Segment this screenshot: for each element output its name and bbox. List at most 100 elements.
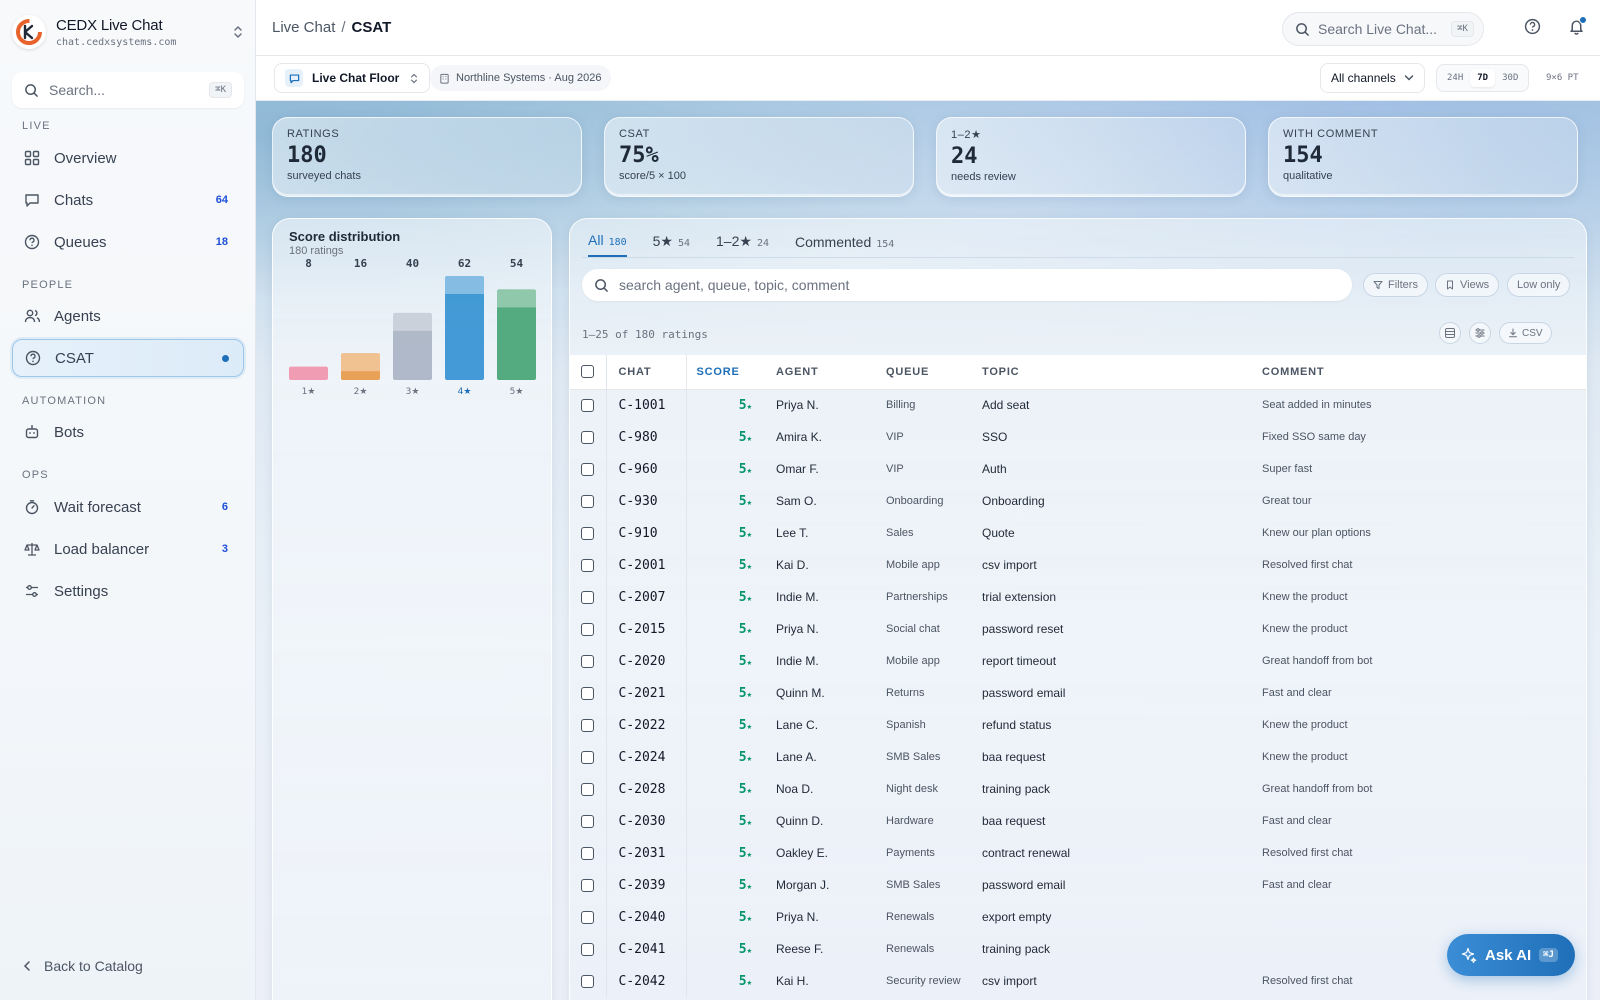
row-checkbox[interactable]	[581, 527, 595, 541]
cell-chat[interactable]: C-2031	[606, 837, 687, 869]
table-row[interactable]: C-2024 5★ Lane A. SMB Sales baa request Knew …	[570, 741, 1586, 773]
row-checkbox[interactable]	[581, 463, 595, 477]
table-row[interactable]: C-980 5★ Amira K. VIP SSO Fixed SSO same day	[570, 421, 1586, 453]
row-checkbox[interactable]	[581, 591, 595, 605]
ratings-tabs: All 180 5★ 54 1–2★ 24 Commented 154	[588, 229, 920, 257]
sidebar-search-input[interactable]: Search... ⌘K	[12, 72, 244, 108]
cell-chat[interactable]: C-2020	[606, 645, 687, 677]
table-row[interactable]: C-2021 5★ Quinn M. Returns password email Fas…	[570, 677, 1586, 709]
table-row[interactable]: C-960 5★ Omar F. VIP Auth Super fast	[570, 453, 1586, 485]
row-checkbox[interactable]	[581, 751, 595, 765]
row-checkbox[interactable]	[581, 783, 595, 797]
table-row[interactable]: C-2030 5★ Quinn D. Hardware baa request Fast …	[570, 805, 1586, 837]
cell-chat[interactable]: C-2040	[606, 901, 687, 933]
tab-all[interactable]: All 180	[588, 232, 627, 257]
cell-chat[interactable]: C-2039	[606, 869, 687, 901]
sidebar-item-agents[interactable]: Agents	[12, 297, 244, 335]
breadcrumb-parent[interactable]: Live Chat	[272, 19, 335, 36]
tab-low[interactable]: 1–2★ 24	[716, 233, 769, 257]
table-row[interactable]: C-2040 5★ Priya N. Renewals export empty	[570, 901, 1586, 933]
filters-button[interactable]: Filters	[1363, 273, 1428, 297]
row-checkbox[interactable]	[581, 623, 595, 637]
cell-chat[interactable]: C-2042	[606, 965, 687, 997]
cell-chat[interactable]: C-2022	[606, 709, 687, 741]
global-search-input[interactable]: Search Live Chat... ⌘K	[1282, 12, 1484, 46]
column-topic[interactable]: TOPIC	[982, 355, 1262, 390]
table-row[interactable]: C-930 5★ Sam O. Onboarding Onboarding Great t…	[570, 485, 1586, 517]
row-checkbox[interactable]	[581, 687, 595, 701]
chevron-up-down-icon[interactable]	[232, 24, 244, 40]
table-row[interactable]: C-2020 5★ Indie M. Mobile app report timeout…	[570, 645, 1586, 677]
table-row[interactable]: C-2042 5★ Kai H. Security review csv import R…	[570, 965, 1586, 997]
table-row[interactable]: C-910 5★ Lee T. Sales Quote Knew our plan opt…	[570, 517, 1586, 549]
table-row[interactable]: C-2028 5★ Noa D. Night desk training pack Gre…	[570, 773, 1586, 805]
cell-chat[interactable]: C-2007	[606, 581, 687, 613]
cell-chat[interactable]: C-2041	[606, 933, 687, 965]
star-icon: ★	[746, 817, 752, 828]
export-csv-button[interactable]: CSV	[1499, 322, 1552, 344]
cell-chat[interactable]: C-2001	[606, 549, 687, 581]
columns-settings-icon[interactable]	[1469, 322, 1491, 344]
back-to-catalog-link[interactable]: Back to Catalog	[22, 958, 143, 974]
notification-bell-icon[interactable]	[1568, 16, 1587, 35]
low-only-toggle[interactable]: Low only	[1507, 273, 1571, 297]
floor-selector[interactable]: Live Chat Floor	[274, 63, 431, 93]
row-checkbox[interactable]	[581, 879, 595, 893]
ratings-search-input[interactable]: search agent, queue, topic, comment	[582, 269, 1352, 301]
cell-chat[interactable]: C-2030	[606, 805, 687, 837]
table-row[interactable]: C-2041 5★ Reese F. Renewals training pack	[570, 933, 1586, 965]
cell-chat[interactable]: C-2028	[606, 773, 687, 805]
sidebar-item-load-balancer[interactable]: Load balancer 3	[12, 530, 244, 568]
row-checkbox[interactable]	[581, 495, 595, 509]
range-7d[interactable]: 7D	[1470, 69, 1496, 87]
cell-chat[interactable]: C-980	[606, 421, 687, 453]
table-row[interactable]: C-1001 5★ Priya N. Billing Add seat Seat adde…	[570, 389, 1586, 421]
range-24h[interactable]: 24H	[1440, 69, 1470, 87]
sidebar-item-settings[interactable]: Settings	[12, 572, 244, 610]
app-switcher[interactable]: CEDX Live Chat chat.cedxsystems.com	[12, 12, 244, 52]
row-checkbox[interactable]	[581, 559, 595, 573]
row-checkbox[interactable]	[581, 431, 595, 445]
cell-chat[interactable]: C-2024	[606, 741, 687, 773]
tab-five-star[interactable]: 5★ 54	[653, 233, 690, 257]
table-row[interactable]: C-2007 5★ Indie M. Partnerships trial extens…	[570, 581, 1586, 613]
cell-chat[interactable]: C-930	[606, 485, 687, 517]
cell-chat[interactable]: C-2021	[606, 677, 687, 709]
range-30d[interactable]: 30D	[1495, 69, 1525, 87]
table-row[interactable]: C-2001 5★ Kai D. Mobile app csv import Resolv…	[570, 549, 1586, 581]
sidebar-item-bots[interactable]: Bots	[12, 413, 244, 451]
cell-chat[interactable]: C-1001	[606, 389, 687, 421]
views-button[interactable]: Views	[1435, 273, 1500, 297]
table-row[interactable]: C-2039 5★ Morgan J. SMB Sales password email…	[570, 869, 1586, 901]
row-checkbox[interactable]	[581, 399, 595, 413]
ask-ai-button[interactable]: Ask AI ⌘J	[1447, 934, 1575, 976]
select-all-checkbox[interactable]	[581, 365, 595, 379]
row-checkbox[interactable]	[581, 911, 595, 925]
row-checkbox[interactable]	[581, 847, 595, 861]
sidebar-item-chats[interactable]: Chats 64	[12, 181, 244, 219]
column-agent[interactable]: AGENT	[766, 355, 886, 390]
sidebar-item-wait-forecast[interactable]: Wait forecast 6	[12, 488, 244, 526]
cell-chat[interactable]: C-2015	[606, 613, 687, 645]
tab-commented[interactable]: Commented 154	[795, 234, 894, 257]
table-row[interactable]: C-2022 5★ Lane C. Spanish refund status Knew …	[570, 709, 1586, 741]
row-checkbox[interactable]	[581, 719, 595, 733]
table-row[interactable]: C-2031 5★ Oakley E. Payments contract renewa…	[570, 837, 1586, 869]
sidebar-item-queues[interactable]: Queues 18	[12, 223, 244, 261]
sidebar-item-csat[interactable]: CSAT	[12, 339, 244, 377]
density-icon[interactable]	[1439, 322, 1461, 344]
column-score[interactable]: SCORE	[686, 355, 766, 390]
cell-chat[interactable]: C-910	[606, 517, 687, 549]
table-row[interactable]: C-2015 5★ Priya N. Social chat password rese…	[570, 613, 1586, 645]
row-checkbox[interactable]	[581, 655, 595, 669]
row-checkbox[interactable]	[581, 815, 595, 829]
column-queue[interactable]: QUEUE	[886, 355, 982, 390]
channel-select[interactable]: All channels	[1320, 63, 1425, 93]
help-icon[interactable]	[1524, 18, 1541, 35]
column-chat[interactable]: CHAT	[606, 355, 687, 390]
row-checkbox[interactable]	[581, 975, 595, 989]
column-comment[interactable]: COMMENT	[1262, 355, 1586, 390]
row-checkbox[interactable]	[581, 943, 595, 957]
sidebar-item-overview[interactable]: Overview	[12, 139, 244, 177]
cell-chat[interactable]: C-960	[606, 453, 687, 485]
